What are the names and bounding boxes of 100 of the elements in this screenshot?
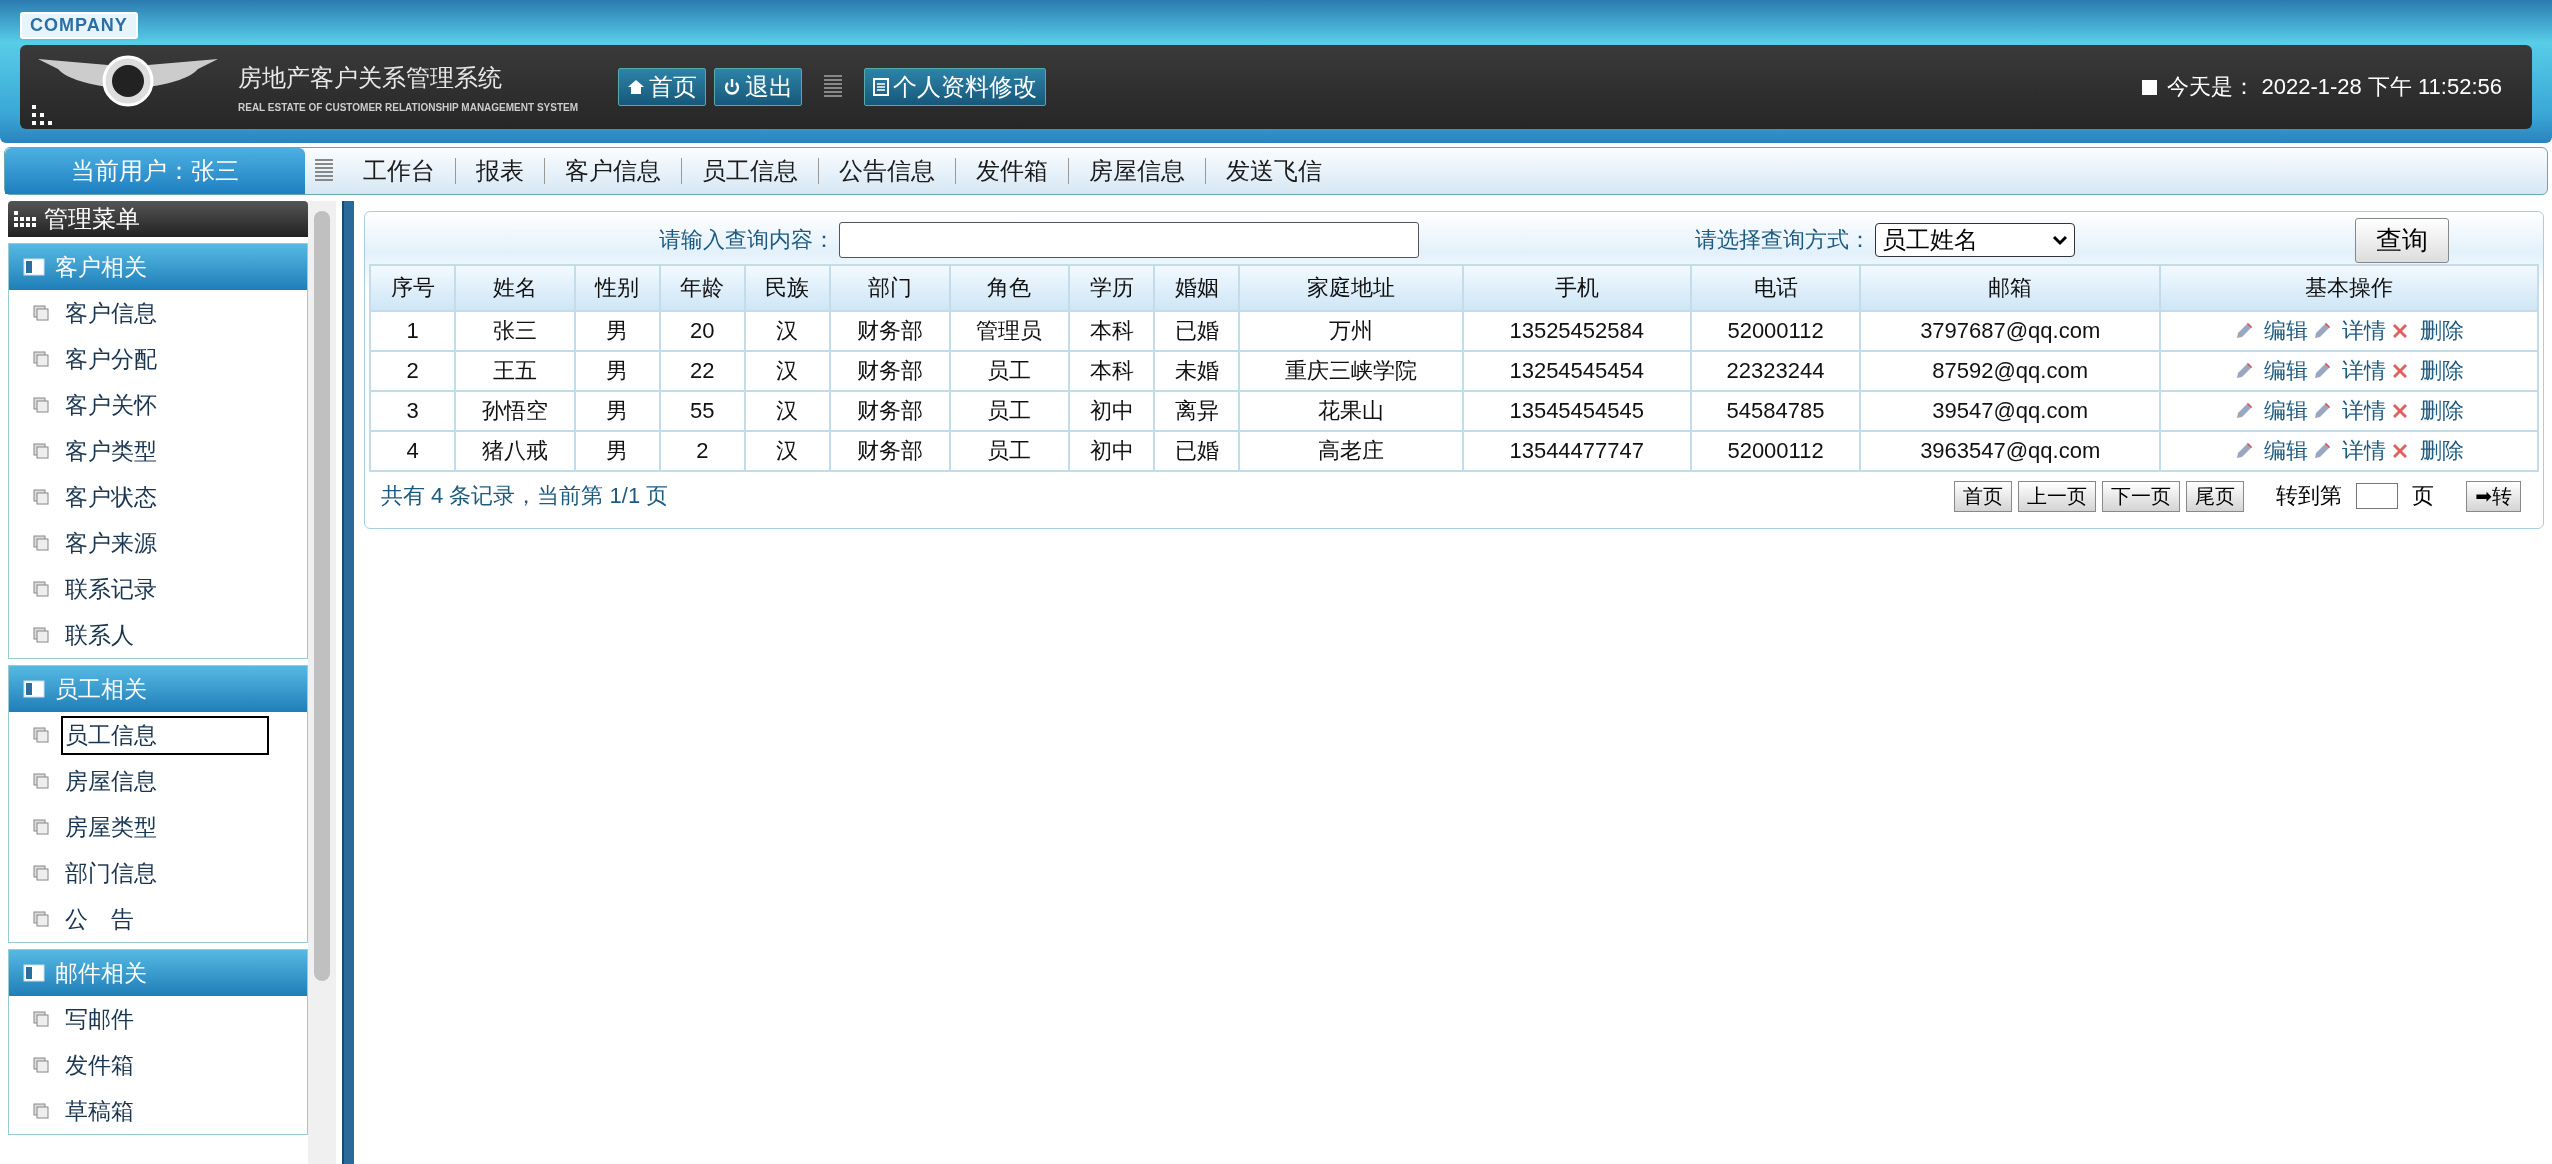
search-button[interactable]: 查询 xyxy=(2355,217,2449,263)
table-cell: 本科 xyxy=(1069,311,1155,351)
menu-item[interactable]: 部门信息 xyxy=(61,853,269,893)
table-cell: 未婚 xyxy=(1154,351,1240,391)
table-cell: 重庆三峡学院 xyxy=(1239,351,1463,391)
menu-item[interactable]: 联系人 xyxy=(61,615,269,655)
table-cell: 2 xyxy=(370,351,456,391)
nav-link[interactable]: 员工信息 xyxy=(682,158,819,184)
menu-item[interactable]: 房屋信息 xyxy=(61,761,269,801)
column-header: 基本操作 xyxy=(2159,265,2538,311)
nav-link[interactable]: 公告信息 xyxy=(819,158,956,184)
chevron-icon xyxy=(2052,234,2068,246)
menu-item[interactable]: 写邮件 xyxy=(61,999,269,1039)
action-link[interactable]: 编辑 xyxy=(2263,396,2308,426)
table-cell: 3 xyxy=(370,391,456,431)
page-icon xyxy=(33,581,49,597)
menu-item[interactable]: 客户来源 xyxy=(61,523,269,563)
search-field[interactable] xyxy=(839,222,1419,258)
menu-item[interactable]: 房屋类型 xyxy=(61,807,269,847)
action-link[interactable]: 编辑 xyxy=(2263,316,2308,346)
nav-link[interactable]: 发件箱 xyxy=(956,158,1069,184)
menu-item[interactable]: 联系记录 xyxy=(61,569,269,609)
table-cell: 2 xyxy=(659,431,745,471)
column-header: 电话 xyxy=(1690,265,1861,311)
app-title: 房地产客户关系管理系统 xyxy=(238,62,503,93)
nav-link[interactable]: 发送飞信 xyxy=(1206,158,1342,184)
action-link[interactable]: 详情 xyxy=(2341,356,2386,386)
action-link[interactable]: 详情 xyxy=(2341,396,2386,426)
menu-item[interactable]: 草稿箱 xyxy=(61,1091,269,1131)
nav-link[interactable]: 工作台 xyxy=(343,158,456,184)
action-link[interactable]: 编辑 xyxy=(2263,436,2308,466)
table-cell: 3797687@qq.com xyxy=(1860,311,2160,351)
page-icon xyxy=(33,773,49,789)
search-label: 请输入查询内容： xyxy=(659,226,835,254)
menu-item[interactable]: 客户分配 xyxy=(61,339,269,379)
home-icon xyxy=(627,78,646,96)
header-button[interactable]: 退出 xyxy=(714,68,803,106)
scrollbar[interactable] xyxy=(308,201,336,1164)
pager-button[interactable]: 尾页 xyxy=(2186,480,2245,512)
menu-item[interactable]: 客户状态 xyxy=(61,477,269,517)
action-link[interactable]: 详情 xyxy=(2341,436,2386,466)
table-cell: 初中 xyxy=(1069,391,1155,431)
table-cell: 财务部 xyxy=(829,431,950,471)
table-cell: 22323244 xyxy=(1690,351,1861,391)
table-cell: 高老庄 xyxy=(1239,431,1463,471)
goto-label: 转到第 xyxy=(2276,482,2343,510)
header-button[interactable]: 首页 xyxy=(618,68,707,106)
menu-item[interactable]: 客户类型 xyxy=(61,431,269,471)
table-cell: 54584785 xyxy=(1690,391,1861,431)
page-icon xyxy=(33,911,49,927)
pager-button[interactable]: 下一页 xyxy=(2102,480,2181,512)
page-icon xyxy=(33,727,49,743)
table-cell: 管理员 xyxy=(949,311,1070,351)
nav-link[interactable]: 客户信息 xyxy=(545,158,682,184)
table-cell: 52000112 xyxy=(1690,431,1861,471)
nav-link[interactable]: 报表 xyxy=(456,158,545,184)
pager-button[interactable]: 首页 xyxy=(1954,480,2013,512)
table-cell: 汉 xyxy=(744,311,830,351)
menu-item[interactable]: 公 告 xyxy=(61,899,269,939)
grip-icon xyxy=(315,159,333,183)
go-button[interactable]: ➡转 xyxy=(2466,480,2521,512)
table-cell: 13525452584 xyxy=(1462,311,1691,351)
table-cell: 55 xyxy=(659,391,745,431)
action-link[interactable]: 编辑 xyxy=(2263,356,2308,386)
column-header: 部门 xyxy=(829,265,950,311)
page-unit: 页 xyxy=(2412,482,2435,510)
panel-icon xyxy=(23,258,45,276)
column-header: 序号 xyxy=(370,265,456,311)
table-cell: 已婚 xyxy=(1154,431,1240,471)
table-cell: 男 xyxy=(574,431,660,471)
mode-select[interactable]: 员工姓名 xyxy=(1875,223,2075,257)
action-link[interactable]: 删除 xyxy=(2419,396,2464,426)
action-link[interactable]: 删除 xyxy=(2419,436,2464,466)
action-link[interactable]: 删除 xyxy=(2419,316,2464,346)
current-user: 当前用户：张三 xyxy=(5,148,305,194)
menu-item[interactable]: 客户关怀 xyxy=(61,385,269,425)
power-icon xyxy=(723,78,742,96)
page-icon xyxy=(33,865,49,881)
table-cell: 3963547@qq.com xyxy=(1860,431,2160,471)
page-field[interactable] xyxy=(2356,483,2399,509)
square-icon xyxy=(2142,79,2158,95)
nav-link[interactable]: 房屋信息 xyxy=(1069,158,1206,184)
pager-button[interactable]: 上一页 xyxy=(2018,480,2097,512)
table-cell: 已婚 xyxy=(1154,311,1240,351)
table-cell: 1 xyxy=(370,311,456,351)
header-button[interactable]: 个人资料修改 xyxy=(864,68,1047,106)
menu-item[interactable]: 发件箱 xyxy=(61,1045,269,1085)
table-cell: 员工 xyxy=(949,351,1070,391)
menu-item[interactable]: 员工信息 xyxy=(61,715,269,755)
column-header: 手机 xyxy=(1462,265,1691,311)
action-link[interactable]: 详情 xyxy=(2341,316,2386,346)
page-icon xyxy=(33,1011,49,1027)
page-icon xyxy=(33,489,49,505)
table-cell: 男 xyxy=(574,351,660,391)
document-icon xyxy=(873,78,890,96)
page-icon xyxy=(33,351,49,367)
menu-item[interactable]: 客户信息 xyxy=(61,293,269,333)
page-icon xyxy=(33,305,49,321)
action-link[interactable]: 删除 xyxy=(2419,356,2464,386)
table-cell: 王五 xyxy=(455,351,575,391)
